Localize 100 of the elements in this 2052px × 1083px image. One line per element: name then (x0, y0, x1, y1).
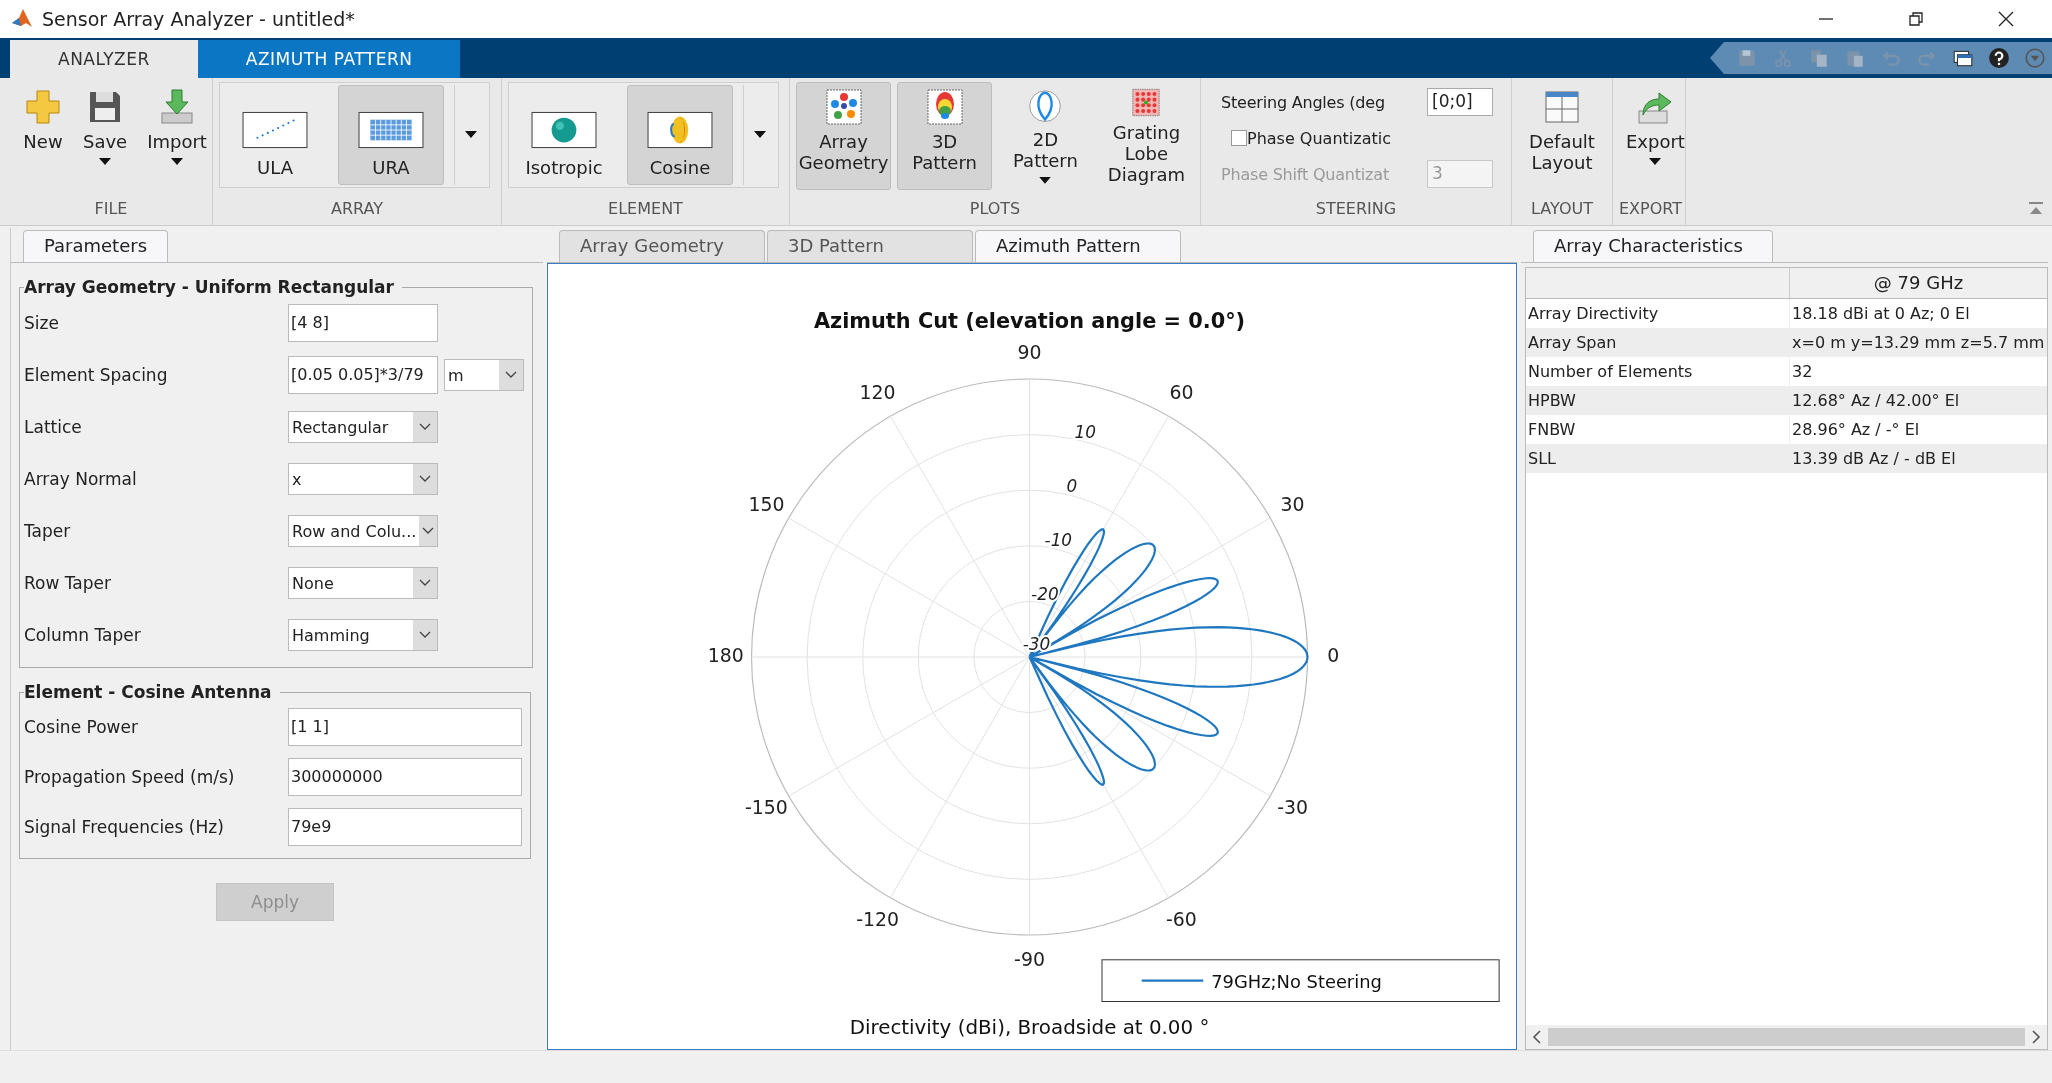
section-label: ELEMENT (607, 198, 684, 220)
checkbox-label: Phase Quantizatic (1247, 128, 1391, 148)
ula-button[interactable]: ULA (222, 85, 328, 185)
help-icon[interactable] (1988, 47, 2010, 69)
export-button[interactable]: Export (1619, 82, 1692, 190)
table-cell-text: 28.96° Az / -° El (1791, 420, 1921, 439)
angle-label: -30 (1277, 796, 1309, 819)
field-label: Propagation Speed (m/s) (24, 767, 236, 787)
dropdown[interactable]: None (288, 567, 438, 599)
steering-label: Phase Shift Quantizat (1221, 164, 1390, 184)
plus-icon (23, 87, 63, 127)
legend-line-sample (1141, 979, 1204, 982)
table-cell-text: 32 (1791, 362, 1814, 381)
table-cell-text: 12.68° Az / 42.00° El (1791, 391, 1961, 410)
layout-button[interactable]: Default Layout (1518, 82, 1606, 190)
table-cell: HPBW (1526, 386, 1790, 415)
ribbon-tab[interactable]: ANALYZER (10, 40, 198, 78)
radial-label: -20 (1031, 584, 1059, 605)
heat-lobe-icon (924, 87, 965, 127)
close-icon[interactable] (1996, 9, 2016, 29)
steering-label: Steering Angles (deg (1221, 92, 1386, 112)
angle-label: -90 (1014, 948, 1045, 971)
field-label: Array Normal (24, 469, 138, 489)
line-array-icon (242, 111, 308, 149)
angle-label: -150 (745, 796, 788, 819)
cosine-button[interactable]: Cosine (627, 85, 733, 185)
field-label: Element Spacing (24, 365, 169, 385)
dropdown[interactable]: x (288, 463, 438, 495)
angle-label: 150 (748, 492, 785, 515)
section-label: FILE (93, 198, 129, 220)
restore-icon[interactable] (1906, 9, 1926, 29)
field-label: Size (24, 313, 60, 333)
panel-tab[interactable]: Parameters (23, 230, 169, 262)
panel-tab[interactable]: Array Characteristics (1533, 230, 1773, 262)
table-cell-text: 13.39 dB Az / - dB El (1791, 449, 1957, 468)
section-label: STEERING (1314, 198, 1398, 220)
dropdown[interactable]: Row and Colu... (288, 515, 438, 547)
input-field[interactable]: [4 8] (288, 304, 438, 342)
angle-label: 0 (1327, 644, 1340, 667)
dropdown-caret-icon[interactable] (465, 131, 477, 139)
import-button[interactable]: Import (140, 82, 214, 190)
pattern3d-button[interactable]: 3D Pattern (897, 82, 992, 190)
input-field[interactable]: 79e9 (288, 808, 522, 846)
table-cell: Array Span (1526, 328, 1790, 357)
chevron-down-icon (505, 371, 517, 379)
angle-label: -60 (1166, 907, 1197, 930)
plot-title: Azimuth Cut (elevation angle = 0.0°) (813, 309, 1246, 334)
ribbon-tab[interactable]: AZIMUTH PATTERN (197, 40, 461, 78)
window-title: Sensor Array Analyzer - untitled* (42, 8, 355, 30)
plot-tab[interactable]: Array Geometry (559, 230, 765, 262)
pattern2d-button[interactable]: 2D Pattern (998, 82, 1093, 190)
field-label: Cosine Power (24, 717, 139, 737)
group-title: Element - Cosine Antenna (24, 682, 273, 702)
input-field[interactable]: [0.05 0.05]*3/79 (288, 356, 438, 394)
legend-label: 79GHz;No Steering (1211, 970, 1382, 992)
save-icon[interactable] (1736, 47, 1758, 69)
plot-tab[interactable]: 3D Pattern (767, 230, 973, 262)
new-button[interactable]: New (16, 82, 70, 190)
checkbox[interactable] (1231, 130, 1247, 146)
field-label: Taper (24, 521, 72, 541)
angle-label: 60 (1169, 381, 1194, 404)
section-label: LAYOUT (1530, 198, 1594, 220)
collapse-icon[interactable] (2028, 201, 2044, 217)
chevron-down-icon (419, 579, 431, 587)
group-title: Array Geometry - Uniform Rectangular (24, 277, 395, 297)
angle-label: 180 (707, 644, 744, 667)
grid-array-icon (358, 111, 424, 149)
horizontal-scrollbar[interactable] (1526, 1025, 2047, 1049)
dots-ring-icon (823, 87, 864, 127)
chevron-down-icon (419, 475, 431, 483)
angle-label: -120 (856, 907, 899, 930)
column-header: @ 79 GHz (1872, 271, 1965, 295)
field-label: Row Taper (24, 573, 112, 593)
steering-field[interactable]: [0;0] (1427, 88, 1493, 116)
angle-label: 90 (1017, 340, 1042, 363)
table-cell: SLL (1526, 444, 1790, 473)
field-label: Column Taper (24, 625, 142, 645)
input-field[interactable]: [1 1] (288, 708, 522, 746)
copy-icon[interactable] (1808, 47, 1830, 69)
axis-label: Directivity (dBi), Broadside at 0.00 ° (849, 1016, 1210, 1040)
dropdown[interactable]: Hamming (288, 619, 438, 651)
save-button[interactable]: Save (76, 82, 135, 190)
angle-label: 30 (1280, 492, 1305, 515)
radial-label: -10 (1044, 530, 1073, 551)
dropdown-caret-icon[interactable] (754, 131, 766, 139)
ura-button[interactable]: URA (338, 85, 444, 185)
dropdown[interactable]: Rectangular (288, 411, 438, 443)
angle-label: 120 (859, 381, 896, 404)
unit-dropdown[interactable]: m (444, 359, 524, 391)
geometry-button[interactable]: Array Geometry (796, 82, 892, 190)
scroll-right-icon[interactable] (2031, 1030, 2041, 1044)
caret-icon[interactable] (2024, 47, 2046, 69)
plot-tab[interactable]: Azimuth Pattern (975, 230, 1181, 262)
isotropic-button[interactable]: Isotropic (511, 85, 617, 185)
scroll-left-icon[interactable] (1532, 1030, 1542, 1044)
input-field[interactable]: 300000000 (288, 758, 522, 796)
table-cell-text: 18.18 dBi at 0 Az; 0 El (1791, 304, 1971, 323)
grating-button[interactable]: Grating Lobe Diagram (1098, 82, 1194, 190)
radial-label: 0 (1066, 476, 1078, 497)
chevron-down-icon (419, 423, 431, 431)
